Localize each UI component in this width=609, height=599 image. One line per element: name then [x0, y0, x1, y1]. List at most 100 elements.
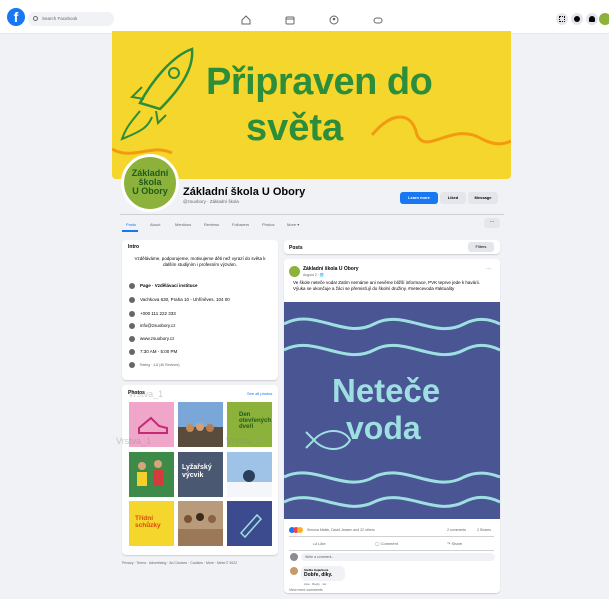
info-email[interactable]: info@zsuobory.cz: [129, 322, 176, 330]
info-rating[interactable]: Rating · 4.8 (46 Reviews): [129, 361, 180, 369]
info-phone[interactable]: +000 111 222 333: [129, 310, 176, 318]
star-icon: [129, 362, 135, 369]
tab-followers[interactable]: Followers: [232, 222, 249, 227]
info-address-text: Vachkova 630, Praha 10 - Uhříněves, 104 …: [140, 297, 230, 302]
filters-button[interactable]: Filters: [468, 242, 494, 252]
clock-icon: [129, 348, 135, 355]
groups-icon[interactable]: [329, 15, 339, 25]
cover-headline: Připraven do: [206, 61, 433, 103]
post-divider-2: [289, 550, 494, 551]
messenger-icon[interactable]: [571, 13, 583, 25]
photo-tile-3-text: Den otevřených dveří: [239, 412, 272, 430]
facebook-logo-icon[interactable]: f: [7, 8, 25, 26]
comment-button[interactable]: ◯ Comment: [375, 541, 398, 546]
learn-more-label: Learn more: [408, 195, 430, 200]
home-icon[interactable]: [241, 15, 251, 25]
email-icon: [129, 322, 135, 329]
info-category-text: Page · Vzdělávací instituce: [140, 283, 198, 288]
view-more-comments-link[interactable]: View more comments: [289, 588, 323, 592]
tab-about[interactable]: About: [150, 222, 160, 227]
write-comment-input[interactable]: Write a comment...: [301, 553, 495, 561]
post-options-icon[interactable]: ···: [486, 266, 491, 272]
info-hours-text: 7:30 AM - 5:00 PM: [140, 349, 178, 354]
link-icon: [129, 335, 135, 342]
intro-bio: Vzděláváme, podporujeme, motivujeme děti…: [134, 256, 266, 267]
tab-photos[interactable]: Photos: [262, 222, 274, 227]
like-button[interactable]: 👍︎ Like: [313, 541, 326, 547]
share-label: Share: [451, 541, 463, 546]
posts-title: Posts: [289, 245, 303, 251]
photo-tile-9[interactable]: [227, 501, 272, 546]
reactions-row: Simona Málek, David Jansen and 22 others…: [289, 527, 494, 535]
gaming-icon[interactable]: [373, 15, 383, 25]
footer-links[interactable]: Privacy · Terms · Advertising · Ad Choic…: [122, 561, 237, 565]
watermark-3: Vrstva_1: [226, 436, 262, 446]
photo-tile-7-text: Třídní schůzky: [135, 515, 161, 529]
message-label: Message: [474, 195, 492, 200]
liked-label: Liked: [447, 195, 459, 200]
comment-text: Dobře, díky.: [304, 572, 333, 578]
post-timestamp[interactable]: August 2 · 🌐: [303, 273, 324, 277]
search-input[interactable]: Search Facebook: [28, 12, 114, 26]
watermark-1: Vrstva_1: [128, 389, 164, 399]
kids-photo: [137, 460, 163, 486]
commenter-avatar[interactable]: [290, 553, 298, 561]
share-button[interactable]: ↷ Share: [447, 541, 462, 546]
post-author-avatar[interactable]: [289, 266, 300, 277]
page-avatar[interactable]: Základní škola U Obory: [121, 154, 179, 212]
tab-posts[interactable]: Posts: [126, 222, 136, 227]
like-label: Like: [318, 541, 326, 546]
info-website-text: www.zsuobory.cz: [140, 336, 175, 341]
photo-tile-6[interactable]: [227, 452, 272, 497]
comment-meta[interactable]: Like · Reply · 1w: [304, 582, 326, 586]
message-button[interactable]: Message: [468, 192, 498, 204]
menu-icon[interactable]: [556, 13, 568, 25]
learn-more-button[interactable]: Learn more: [400, 192, 438, 204]
top-navigation-bar: f Search Facebook: [0, 0, 609, 34]
post-text: Ve škole neteče voda! Zatím nemáme ani n…: [293, 280, 480, 291]
comments-count[interactable]: 2 comments: [447, 528, 466, 532]
marketplace-icon[interactable]: [285, 15, 295, 25]
photo-tile-4[interactable]: [129, 452, 174, 497]
search-icon: [33, 16, 38, 21]
class-photo: [178, 513, 223, 546]
winter-photo: [227, 470, 272, 497]
header-divider: [120, 214, 504, 215]
post-actions: 👍︎ Like ◯ Comment ↷ Share: [289, 539, 494, 549]
photo-tile-8[interactable]: [178, 501, 223, 546]
photo-tile-2[interactable]: [178, 402, 223, 447]
photo-tile-5-text: Lyžařský výcvik: [182, 464, 212, 479]
post-image[interactable]: Neteče voda: [284, 302, 500, 519]
info-rating-text: Rating · 4.8 (46 Reviews): [140, 363, 180, 367]
phone-icon: [129, 310, 135, 317]
photo-tile-5[interactable]: Lyžařský výcvik: [178, 452, 223, 497]
info-website[interactable]: www.zsuobory.cz: [129, 335, 174, 343]
post-author[interactable]: Základní škola U Obory: [303, 266, 359, 272]
tab-mentions[interactable]: Mentions: [175, 222, 191, 227]
page-title: Základní škola U Obory: [183, 186, 306, 198]
tab-more[interactable]: More ▾: [287, 222, 299, 227]
cover-headline-2: světa: [246, 107, 344, 149]
shares-count[interactable]: 2 Shares: [477, 528, 491, 532]
tab-reviews[interactable]: Reviews: [204, 222, 219, 227]
filters-label: Filters: [475, 244, 487, 249]
account-icon[interactable]: [599, 13, 609, 25]
write-comment-placeholder: Write a comment...: [305, 555, 335, 559]
photo-tile-7[interactable]: Třídní schůzky: [129, 501, 174, 546]
post-image-headline-1: Neteče: [332, 372, 441, 409]
comment-author-avatar[interactable]: [290, 567, 298, 575]
page-tabs: Posts About Mentions Reviews Followers P…: [120, 218, 504, 232]
info-hours[interactable]: 7:30 AM - 5:00 PM: [129, 348, 177, 356]
pencil-icon: [239, 513, 263, 539]
intro-title: Intro: [128, 244, 140, 250]
info-address: Vachkova 630, Praha 10 - Uhříněves, 104 …: [129, 296, 230, 304]
liked-button[interactable]: Liked: [440, 192, 466, 204]
search-placeholder: Search Facebook: [42, 16, 78, 21]
notifications-icon[interactable]: [586, 13, 598, 25]
info-category: Page · Vzdělávací instituce: [129, 282, 198, 290]
more-options-button[interactable]: ···: [484, 218, 500, 228]
haha-reaction-icon: [297, 527, 303, 533]
reactions-summary[interactable]: Simona Málek, David Jansen and 22 others: [307, 528, 375, 532]
info-icon: [129, 282, 135, 289]
see-all-photos-link[interactable]: See all photos: [247, 391, 272, 396]
